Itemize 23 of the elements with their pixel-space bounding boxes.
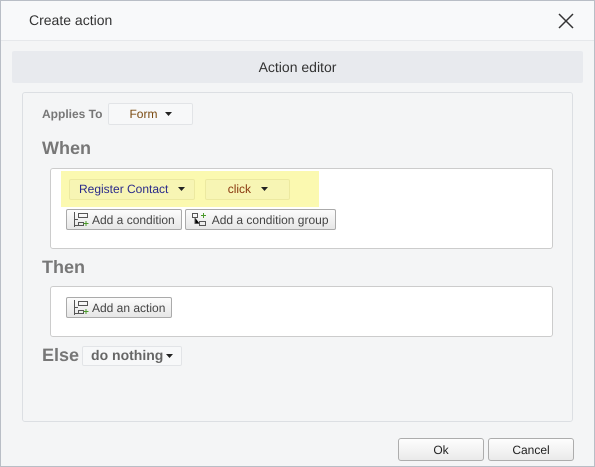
when-heading: When (42, 137, 92, 160)
ok-button[interactable]: Ok (398, 438, 484, 461)
add-button[interactable]: Add a condition (66, 209, 182, 230)
section-header: Action editor (12, 51, 583, 83)
then-heading: Then (42, 256, 86, 279)
add-list-icon (73, 212, 89, 227)
caret-icon (261, 187, 268, 191)
window-title: Create action (29, 11, 112, 30)
cancel-button[interactable]: Cancel (488, 438, 574, 461)
else-heading: Else (42, 344, 80, 367)
add-group-icon (192, 212, 209, 227)
caret-icon (166, 354, 174, 358)
add-condition-group-button[interactable]: Add a condition group (184, 209, 336, 230)
element-dropdown[interactable]: Register Contact (69, 178, 196, 200)
event-dropdown[interactable]: click (205, 178, 290, 200)
form-dropdown[interactable]: Form (108, 103, 194, 125)
applies-to-label: Applies To (42, 106, 102, 123)
else-dropdown[interactable]: do nothing (82, 346, 182, 366)
caret-icon (178, 187, 186, 191)
add-list-icon (73, 300, 89, 315)
caret-icon (165, 112, 172, 116)
close-icon[interactable] (558, 12, 574, 28)
add-button[interactable]: Add an action (66, 297, 172, 318)
